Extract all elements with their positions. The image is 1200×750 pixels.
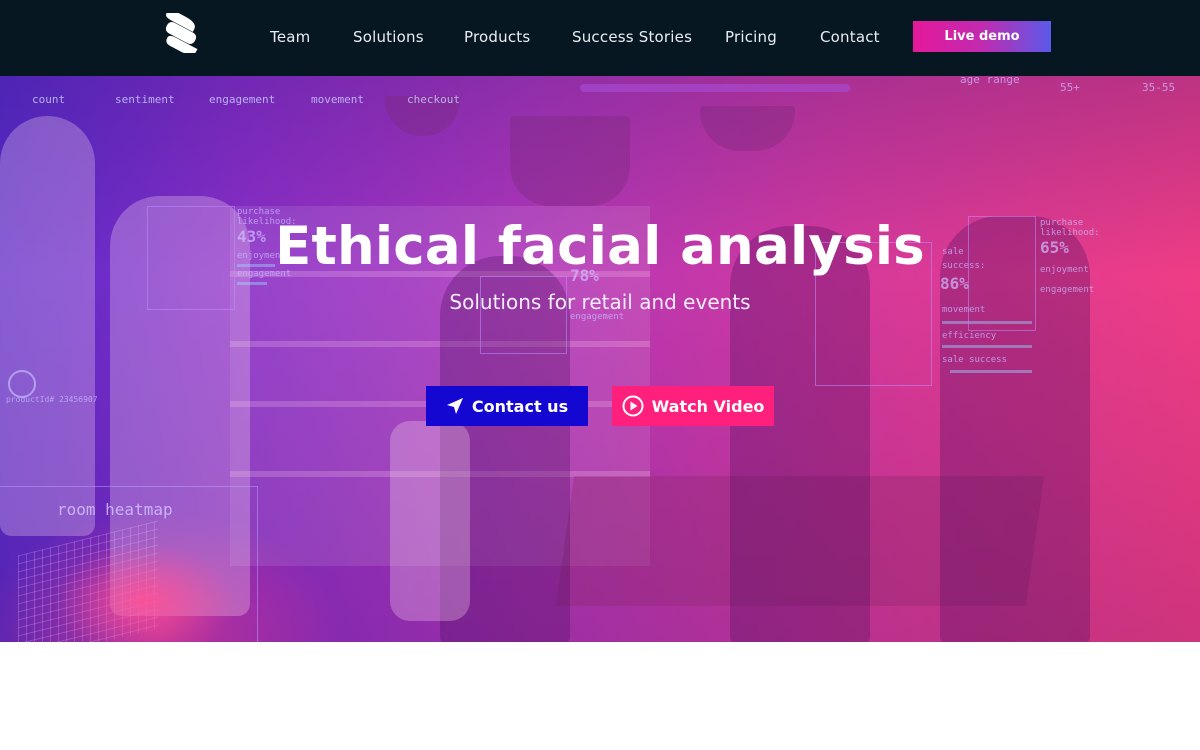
room-heatmap-label: room heatmap <box>57 500 173 519</box>
face-detection-box <box>480 276 567 354</box>
contact-us-label: Contact us <box>471 396 569 416</box>
hud-age-range-label: age range <box>960 76 1020 86</box>
hanging-basket <box>510 116 630 206</box>
hud-label: efficiency <box>942 331 997 341</box>
hud-age-bar <box>580 84 850 92</box>
hud-metric-checkout: checkout <box>407 93 460 106</box>
hud-age-value: 35-55 <box>1142 81 1176 94</box>
hud-age-value: 55+ <box>1060 81 1080 94</box>
clothes-rack <box>0 116 95 536</box>
content-area <box>0 642 1200 750</box>
play-circle-icon <box>622 395 644 417</box>
watch-video-label: Watch Video <box>651 396 765 416</box>
hud-metric-sentiment: sentiment <box>115 93 175 106</box>
garment <box>390 421 470 621</box>
hud-metric-count: count <box>32 93 66 106</box>
top-navigation: Team Solutions Products Success Stories … <box>0 0 1200 76</box>
hero-section: count sentiment engagement movement chec… <box>0 76 1200 642</box>
hero-title: Ethical facial analysis <box>275 216 925 277</box>
hud-product-id: productId# 23456907 <box>6 395 98 404</box>
hud-bar <box>950 370 1032 373</box>
target-icon <box>8 370 36 398</box>
nav-link-products[interactable]: Products <box>464 28 530 46</box>
heatmap-hotspot <box>60 546 230 642</box>
contact-us-button[interactable]: Contact us <box>426 386 588 426</box>
location-arrow-icon <box>446 398 463 414</box>
live-demo-button[interactable]: Live demo <box>913 21 1051 52</box>
watch-video-button[interactable]: Watch Video <box>612 386 774 426</box>
hud-bar <box>942 345 1032 348</box>
nav-link-contact[interactable]: Contact <box>820 28 880 46</box>
logo-icon[interactable] <box>163 9 199 55</box>
hud-metric-movement: movement <box>311 93 364 106</box>
hud-metric-engagement: engagement <box>209 93 276 106</box>
hud-label: sale success <box>942 355 1008 365</box>
hud-label: engagement <box>570 312 625 322</box>
hud-bar <box>237 282 267 285</box>
hero-subtitle: Solutions for retail and events <box>449 290 751 314</box>
nav-link-solutions[interactable]: Solutions <box>353 28 424 46</box>
nav-link-success-stories[interactable]: Success Stories <box>572 28 692 46</box>
nav-link-pricing[interactable]: Pricing <box>725 28 777 46</box>
nav-link-team[interactable]: Team <box>270 28 310 46</box>
